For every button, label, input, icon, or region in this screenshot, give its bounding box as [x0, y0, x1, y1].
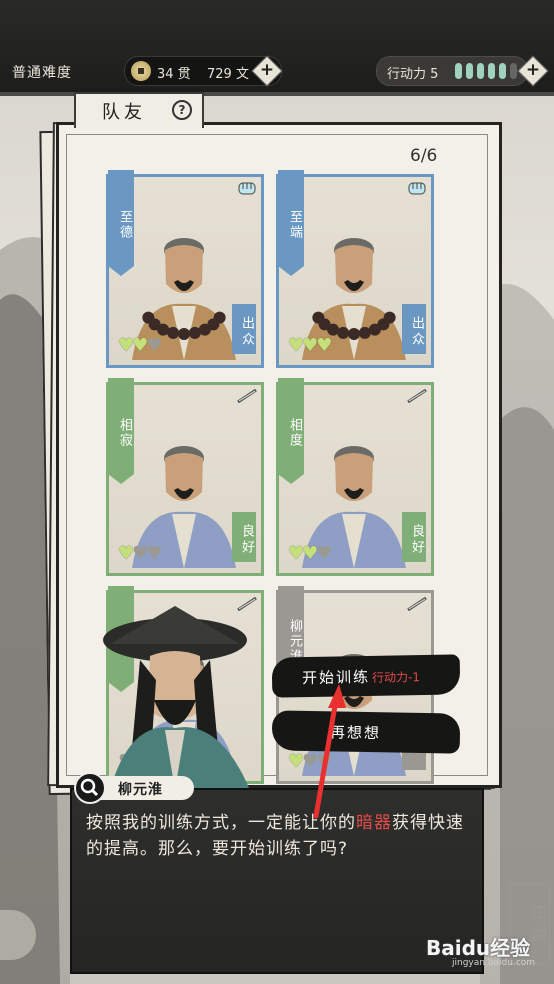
start-training-label: 开始训练 — [301, 667, 371, 688]
heart-icon: ♥ — [302, 751, 318, 772]
heart-icon: ♥ — [132, 543, 148, 564]
heart-icon: ♥ — [118, 335, 134, 356]
rethink-button[interactable]: 再想想 — [271, 710, 461, 754]
heart-icon: ♥ — [288, 751, 304, 772]
heart-icon: ♥ — [146, 335, 162, 356]
teammate-card[interactable]: 相寂 良好 ♥♥♥ — [106, 378, 264, 576]
energy-pill-empty — [510, 63, 517, 79]
teammate-card[interactable]: 至德 出众 ♥♥♥ — [106, 170, 264, 368]
affection-hearts: ♥♥♥ — [288, 543, 332, 564]
coin-icon — [131, 61, 151, 81]
fist-icon — [406, 180, 428, 195]
heart-icon: ♥ — [288, 335, 304, 356]
card-grade-badge: 出众 — [402, 304, 426, 354]
energy-label: 行动力 5 — [387, 67, 439, 82]
needle-icon — [406, 388, 428, 404]
speaker-name-tag: 柳元淮 — [74, 772, 194, 804]
card-grade-badge: 良好 — [232, 512, 256, 562]
energy-display: 行动力 5 — [376, 56, 528, 86]
watermark: Baidu经验 — [426, 936, 531, 960]
teammate-card[interactable]: 相度 良好 ♥♥♥ — [276, 378, 434, 576]
affection-hearts: ♥♥♥ — [288, 751, 332, 772]
dialog-box[interactable]: 按照我的训练方式，一定能让你的暗器获得快速的提高。那么，要开始训练了吗? — [70, 788, 484, 974]
card-name-ribbon: 相度 — [278, 378, 304, 484]
card-grade-badge: 出众 — [232, 304, 256, 354]
fist-icon — [236, 180, 258, 195]
teammate-count: 6/6 — [410, 146, 438, 166]
money-wen: 729 文 — [207, 67, 249, 82]
rethink-label: 再想想 — [329, 723, 382, 743]
watermark-url: jingyan.baidu.com — [452, 958, 536, 968]
card-name-ribbon: 至端 — [278, 170, 304, 276]
card-grade-badge: 良好 — [402, 512, 426, 562]
plus-icon: + — [525, 60, 541, 80]
heart-icon: ♥ — [302, 335, 318, 356]
energy-pill — [488, 63, 495, 79]
character-liu-yuanhuai — [103, 606, 250, 790]
affection-hearts: ♥♥♥ — [118, 335, 162, 356]
speaker-name: 柳元淮 — [118, 782, 163, 798]
tab-teammates[interactable]: 队友 ? — [74, 92, 204, 128]
heart-icon: ♥ — [118, 543, 134, 564]
heart-icon: ♥ — [288, 543, 304, 564]
card-name-ribbon: 至德 — [108, 170, 134, 276]
heart-icon: ♥ — [316, 751, 332, 772]
start-training-cost: 行动力-1 — [371, 670, 421, 685]
money-guan: 34 贯 — [157, 67, 191, 82]
heart-icon: ♥ — [316, 543, 332, 564]
dialog-highlight: 暗器 — [356, 813, 392, 833]
start-training-button[interactable]: 开始训练 行动力-1 — [271, 654, 461, 698]
difficulty-label: 普通难度 — [12, 65, 72, 81]
top-bar: 普通难度 34 贯 729 文 + 行动力 5 + — [0, 0, 554, 96]
teammate-card[interactable]: 至端 出众 ♥♥♥ — [276, 170, 434, 368]
needle-icon — [236, 388, 258, 404]
energy-pill — [455, 63, 462, 79]
heart-icon: ♥ — [132, 335, 148, 356]
affection-hearts: ♥♥♥ — [118, 543, 162, 564]
dialog-text-part: 按照我的训练方式，一定能让你的 — [86, 813, 356, 833]
tab-label: 队友 — [102, 102, 146, 123]
energy-pill — [477, 63, 484, 79]
heart-icon: ♥ — [316, 335, 332, 356]
energy-pill — [466, 63, 473, 79]
heart-icon: ♥ — [146, 543, 162, 564]
affection-hearts: ♥♥♥ — [288, 335, 332, 356]
help-icon[interactable]: ? — [172, 100, 192, 120]
dialog-text: 按照我的训练方式，一定能让你的暗器获得快速的提高。那么，要开始训练了吗? — [86, 810, 470, 862]
magnifier-icon[interactable] — [74, 772, 106, 804]
heart-icon: ♥ — [302, 543, 318, 564]
energy-pill — [499, 63, 506, 79]
dart-icon — [406, 596, 428, 612]
plus-icon: + — [259, 60, 275, 80]
card-name-ribbon: 相寂 — [108, 378, 134, 484]
